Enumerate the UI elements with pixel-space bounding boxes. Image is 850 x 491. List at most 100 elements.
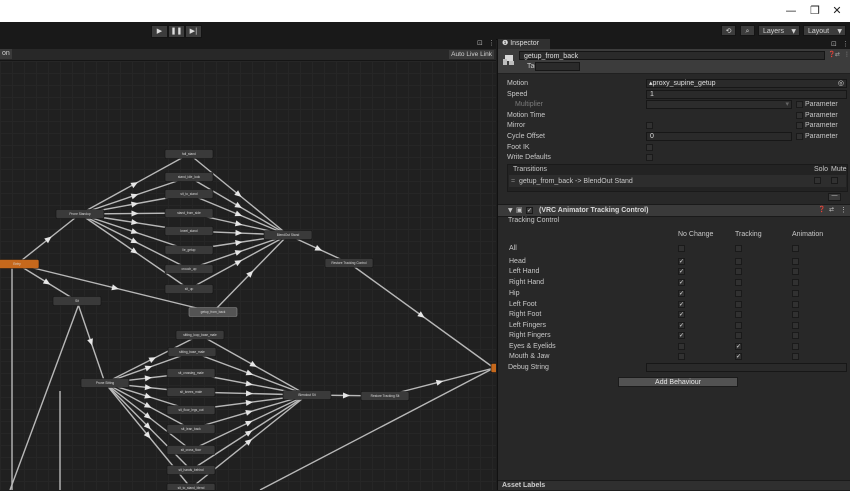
state-node[interactable]: sit_cross_floor (166, 445, 216, 455)
state-node[interactable]: sitting_loop_base_male (175, 330, 225, 340)
tracking-tracking-checkbox[interactable] (735, 311, 742, 318)
close-button[interactable]: ✕ (826, 3, 848, 19)
state-node[interactable] (490, 363, 496, 373)
drag-handle-icon[interactable]: = (511, 177, 515, 186)
tracking-tracking-checkbox[interactable]: ✓ (735, 343, 742, 350)
state-node[interactable]: sit_floor_legs_out (166, 405, 216, 415)
multiplier-dropdown[interactable]: ▾ (646, 100, 792, 109)
history-icon[interactable]: ⟲ (721, 25, 736, 36)
state-node[interactable]: kneel_stand (164, 226, 214, 236)
state-node-box[interactable] (490, 363, 496, 373)
lock-icon[interactable]: ⊡ (831, 40, 837, 48)
tracking-animation-checkbox[interactable] (792, 290, 799, 297)
cycle-offset-input[interactable]: 0 (646, 132, 792, 141)
remove-transition-button[interactable]: — (828, 193, 841, 201)
layout-dropdown[interactable]: Layout ▼ (803, 25, 846, 36)
step-button[interactable]: ▶| (185, 25, 202, 38)
state-node[interactable]: Sit (52, 296, 102, 306)
auto-live-link-button[interactable]: Auto Live Link (449, 50, 494, 59)
play-button[interactable]: ▶ (151, 25, 168, 38)
restore-button[interactable]: ❐ (804, 3, 826, 19)
solo-checkbox[interactable] (814, 177, 821, 184)
tracking-animation-checkbox[interactable] (792, 311, 799, 318)
tracking-animation-checkbox[interactable] (792, 353, 799, 360)
foldout-arrow-icon[interactable]: ▼ (508, 206, 513, 215)
tracking-no-change-checkbox[interactable]: ✓ (678, 322, 685, 329)
tag-input[interactable] (535, 62, 580, 71)
state-node[interactable]: sit_hands_behind (166, 465, 216, 475)
tracking-animation-checkbox[interactable] (792, 322, 799, 329)
motion-time-param-checkbox[interactable] (796, 112, 803, 119)
pause-button[interactable]: ❚❚ (168, 25, 185, 38)
object-picker-icon[interactable]: ◎ (838, 80, 844, 88)
state-node[interactable]: sit_knees_male (166, 387, 216, 397)
tracking-no-change-checkbox[interactable]: ✓ (678, 268, 685, 275)
tracking-tracking-checkbox[interactable] (735, 279, 742, 286)
tracking-tracking-checkbox[interactable] (735, 290, 742, 297)
multiplier-param-checkbox[interactable] (796, 101, 803, 108)
tracking-no-change-checkbox[interactable]: ✓ (678, 279, 685, 286)
tracking-animation-checkbox[interactable] (792, 332, 799, 339)
tracking-tracking-checkbox[interactable] (735, 332, 742, 339)
state-node[interactable]: sit_crossleg_male (166, 368, 216, 378)
state-node[interactable]: Prone Standup (55, 209, 105, 219)
tracking-tracking-checkbox[interactable] (735, 245, 742, 252)
motion-field[interactable]: ▴proxy_supine_getup ◎ (646, 79, 847, 88)
tracking-animation-checkbox[interactable] (792, 279, 799, 286)
component-enabled-checkbox[interactable]: ✓ (526, 207, 533, 214)
cycle-offset-param-checkbox[interactable] (796, 133, 803, 140)
tracking-no-change-checkbox[interactable]: ✓ (678, 301, 685, 308)
state-node[interactable]: Entry (0, 259, 40, 269)
state-node[interactable]: fall_stand (164, 149, 214, 159)
layer-tab[interactable]: on (0, 49, 12, 59)
transition-row[interactable]: = getup_from_back -> BlendOut Stand (509, 175, 846, 187)
lock-icon[interactable]: ⊡ (477, 39, 483, 47)
tracking-tracking-checkbox[interactable]: ✓ (735, 353, 742, 360)
state-node[interactable]: Blendout Sit (282, 390, 332, 400)
state-node[interactable]: sit_to_stand_blend (166, 483, 216, 491)
write-defaults-checkbox[interactable] (646, 154, 653, 161)
tracking-no-change-checkbox[interactable]: ✓ (678, 311, 685, 318)
tracking-animation-checkbox[interactable] (792, 301, 799, 308)
state-node[interactable]: Restore Tracking Sit (360, 391, 410, 401)
mirror-param-checkbox[interactable] (796, 122, 803, 129)
tracking-tracking-checkbox[interactable] (735, 301, 742, 308)
state-name-input[interactable]: getup_from_back (519, 51, 825, 60)
search-icon[interactable]: ⌕ (740, 25, 755, 36)
minimize-button[interactable]: — (780, 3, 802, 19)
transition-line[interactable] (259, 367, 495, 490)
state-node[interactable]: stand_idle_look (164, 172, 214, 182)
tracking-tracking-checkbox[interactable] (735, 268, 742, 275)
tracking-animation-checkbox[interactable] (792, 268, 799, 275)
tab-inspector[interactable]: ❶ Inspector (498, 39, 550, 49)
state-graph[interactable]: fall_stand stand_idle_look sit_to_stand sta… (0, 61, 496, 490)
kebab-menu-icon[interactable]: ⋮ (842, 40, 849, 48)
state-node[interactable]: Restore Tracking Control (324, 258, 374, 268)
kebab-menu-icon[interactable]: ⋮ (840, 206, 847, 215)
asset-labels-header[interactable]: Asset Labels (498, 480, 850, 490)
tracking-animation-checkbox[interactable] (792, 258, 799, 265)
help-icon[interactable]: ❓ (818, 206, 825, 215)
state-node[interactable]: crouch_up (164, 264, 214, 274)
state-node[interactable]: sit_lean_back (166, 424, 216, 434)
state-node[interactable]: lie_getup (164, 245, 214, 255)
tracking-tracking-checkbox[interactable] (735, 258, 742, 265)
tracking-no-change-checkbox[interactable]: ✓ (678, 332, 685, 339)
foot-ik-checkbox[interactable] (646, 144, 653, 151)
speed-input[interactable]: 1 (646, 90, 847, 99)
state-node[interactable]: BlendOut Stand (263, 230, 313, 240)
kebab-menu-icon[interactable]: ⋮ (844, 51, 850, 58)
settings-icon[interactable]: ⇄ (835, 51, 840, 58)
state-node[interactable]: sit_up (164, 284, 214, 294)
debug-string-input[interactable] (646, 363, 847, 372)
tracking-animation-checkbox[interactable] (792, 245, 799, 252)
tracking-no-change-checkbox[interactable]: ✓ (678, 258, 685, 265)
mute-checkbox[interactable] (831, 177, 838, 184)
kebab-menu-icon[interactable]: ⋮ (488, 39, 495, 47)
tracking-animation-checkbox[interactable] (792, 343, 799, 350)
state-node[interactable]: getup_from_back (188, 307, 238, 317)
tracking-tracking-checkbox[interactable] (735, 322, 742, 329)
transition-line[interactable] (9, 300, 81, 490)
tracking-no-change-checkbox[interactable] (678, 245, 685, 252)
state-graph-canvas[interactable]: fall_stand stand_idle_look sit_to_standsta… (0, 61, 496, 490)
